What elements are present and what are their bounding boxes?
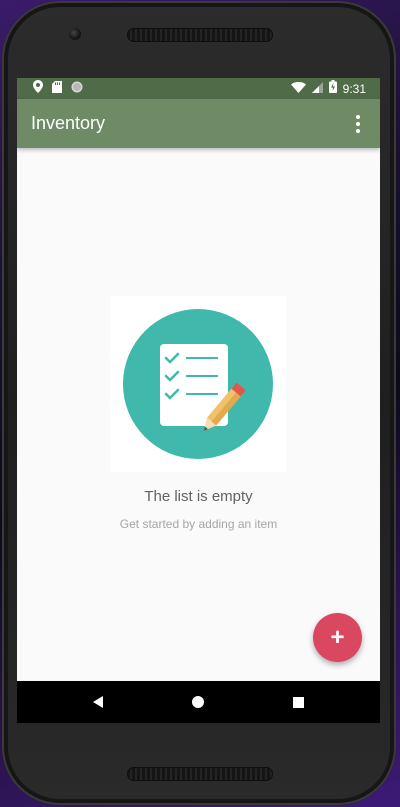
recents-icon[interactable] bbox=[288, 692, 308, 712]
wifi-icon bbox=[290, 80, 306, 98]
navigation-bar bbox=[17, 681, 380, 723]
status-time: 9:31 bbox=[342, 81, 366, 96]
add-item-button[interactable]: + bbox=[313, 613, 362, 662]
battery-icon bbox=[328, 79, 337, 98]
location-icon bbox=[33, 79, 43, 98]
bottom-speaker bbox=[127, 767, 273, 781]
empty-state-title: The list is empty bbox=[144, 488, 253, 505]
screen: 9:31 Inventory The list is empty Get sta… bbox=[17, 78, 380, 723]
signal-icon bbox=[311, 80, 323, 98]
app-title: Inventory bbox=[31, 113, 106, 133]
status-bar: 9:31 bbox=[17, 78, 380, 99]
checklist-with-pencil-icon bbox=[123, 309, 273, 459]
empty-list-illustration bbox=[110, 296, 286, 472]
more-vert-icon[interactable] bbox=[346, 110, 370, 138]
sd-card-icon bbox=[52, 80, 62, 98]
empty-state-subtitle: Get started by adding an item bbox=[119, 517, 278, 531]
plus-icon: + bbox=[330, 623, 345, 651]
home-icon[interactable] bbox=[188, 692, 208, 712]
earpiece-speaker bbox=[127, 28, 273, 42]
sync-circle-icon bbox=[71, 80, 83, 98]
back-icon[interactable] bbox=[88, 692, 108, 712]
front-camera bbox=[69, 28, 81, 40]
app-bar: Inventory bbox=[17, 99, 380, 148]
